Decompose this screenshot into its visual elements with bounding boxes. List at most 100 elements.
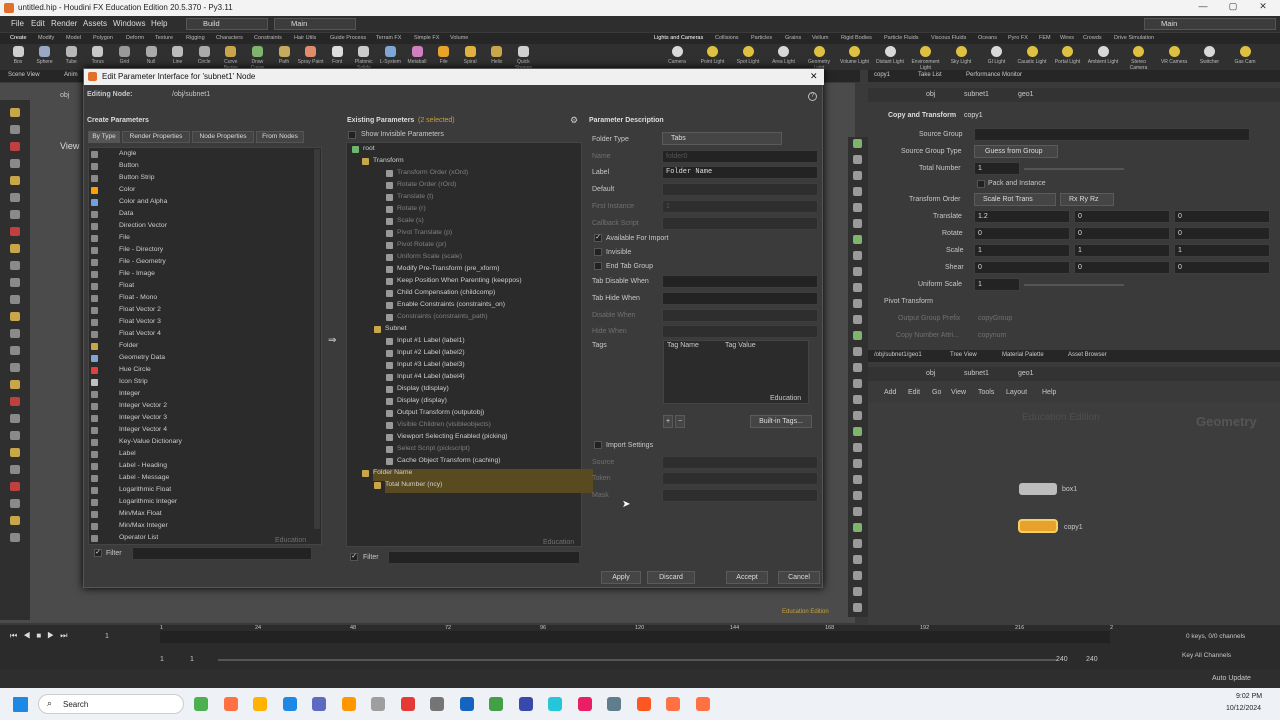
shelf-tab[interactable]: Rigid Bodies <box>841 35 872 41</box>
default-field[interactable] <box>662 183 818 196</box>
range-bar[interactable] <box>218 659 1058 661</box>
taskbar-app-icon[interactable] <box>223 697 238 711</box>
shelf-tool[interactable]: Path <box>271 46 297 65</box>
shelf-tool[interactable]: Environment Light <box>910 46 942 71</box>
viewport-tool-icon[interactable] <box>10 312 20 321</box>
param-type-item[interactable]: Integer <box>91 390 140 402</box>
uniform-scale-slider[interactable] <box>1024 284 1124 286</box>
param-type-item[interactable]: File - Image <box>91 270 155 282</box>
uniform-scale-field[interactable]: 1 <box>974 278 1020 291</box>
tree-param[interactable]: Modify Pre-Transform (pre_xform) <box>386 265 499 277</box>
path-obj[interactable]: obj <box>926 91 935 98</box>
path-subnet1[interactable]: subnet1 <box>964 91 989 98</box>
display-option-icon[interactable] <box>853 443 862 452</box>
key-all-channels-button[interactable]: Key All Channels <box>1182 652 1231 659</box>
output-group-prefix-value[interactable]: copyGroup <box>978 315 1012 322</box>
tree-param-selected[interactable]: Total Number (ncy) <box>374 481 593 493</box>
param-type-item[interactable]: Min/Max Integer <box>91 522 168 534</box>
shelf-tool[interactable]: Circle <box>191 46 217 65</box>
disable-when-field[interactable] <box>662 309 818 322</box>
available-import-checkbox[interactable]: ✓ <box>594 234 602 242</box>
tree-param[interactable]: Output Transform (outputobj) <box>386 409 484 421</box>
param-type-item[interactable]: Float - Mono <box>91 294 157 306</box>
desktop-combo[interactable]: Build <box>186 18 268 30</box>
net-path-geo1[interactable]: geo1 <box>1018 370 1034 377</box>
tree-param[interactable]: Rotate Order (rOrd) <box>386 181 456 193</box>
display-option-icon[interactable] <box>853 587 862 596</box>
param-type-item[interactable]: Integer Vector 2 <box>91 402 167 414</box>
shelf-tab[interactable]: FEM <box>1039 35 1051 41</box>
tree-param[interactable]: Cache Object Transform (caching) <box>386 457 501 469</box>
display-option-icon[interactable] <box>853 347 862 356</box>
shelf-tab[interactable]: Terrain FX <box>376 35 401 41</box>
viewport-tool-icon[interactable] <box>10 533 20 542</box>
shelf-tab[interactable]: Modify <box>38 35 54 41</box>
viewport-tool-icon[interactable] <box>10 499 20 508</box>
existing-params-tree[interactable]: Education root Transform Transform Order (… <box>346 142 593 547</box>
shelf-tool[interactable]: Line <box>165 46 191 65</box>
total-number-slider[interactable] <box>1024 168 1124 170</box>
shelf-tool[interactable]: Stereo Camera <box>1123 46 1155 71</box>
translate-y[interactable]: 0 <box>1074 210 1170 223</box>
param-type-item[interactable]: Float Vector 4 <box>91 330 161 342</box>
viewport-path[interactable]: obj <box>60 92 69 99</box>
shelf-tool[interactable]: Torus <box>85 46 111 65</box>
shear-y[interactable]: 0 <box>1074 261 1170 274</box>
viewport-tool-icon[interactable] <box>10 278 20 287</box>
remove-tag-button[interactable]: − <box>675 415 685 428</box>
taskbar-app-icon[interactable] <box>518 697 533 711</box>
net-menu-edit[interactable]: Edit <box>908 389 920 396</box>
tab-from-nodes[interactable]: From Nodes <box>256 131 304 143</box>
builtin-tags-button[interactable]: Built-in Tags... <box>750 415 812 428</box>
param-type-item[interactable]: Label <box>91 450 136 462</box>
viewport-tool-icon[interactable] <box>10 176 20 185</box>
taskbar-search[interactable]: ⌕ Search <box>38 694 184 714</box>
shelf-tool[interactable]: Portal Light <box>1052 46 1084 65</box>
rotate-x[interactable]: 0 <box>974 227 1070 240</box>
menu-file[interactable]: File <box>11 19 24 28</box>
create-filter-checkbox[interactable]: ✓ <box>94 549 102 557</box>
tab-by-type[interactable]: By Type <box>88 131 120 143</box>
menu-windows[interactable]: Windows <box>113 19 145 28</box>
shelf-tool[interactable]: Sky Light <box>945 46 977 65</box>
callback-script-field[interactable] <box>662 217 818 230</box>
param-type-item[interactable]: Geometry Data <box>91 354 165 366</box>
param-type-item[interactable]: Folder <box>91 342 138 354</box>
menu-assets[interactable]: Assets <box>83 19 107 28</box>
display-option-icon[interactable] <box>853 251 862 260</box>
shelf-tool[interactable]: L-System <box>377 46 403 65</box>
viewport-tool-icon[interactable] <box>10 142 20 151</box>
start-frame-field-2[interactable]: 1 <box>190 656 194 663</box>
auto-update-menu[interactable]: Auto Update <box>1212 675 1251 682</box>
display-option-icon[interactable] <box>853 411 862 420</box>
shelf-tool[interactable]: Switcher <box>1194 46 1226 65</box>
shelf-tab[interactable]: Volume <box>450 35 468 41</box>
help-icon[interactable]: ? <box>808 92 817 101</box>
param-type-item[interactable]: Integer Vector 3 <box>91 414 167 426</box>
viewport-tool-icon[interactable] <box>10 397 20 406</box>
param-types-list[interactable]: Education Angle Button Button Strip Color Co… <box>88 147 322 545</box>
desktop-combo-2[interactable]: Main <box>274 18 356 30</box>
node-name-field[interactable]: copy1 <box>964 112 983 119</box>
shelf-tool[interactable]: Font <box>324 46 350 65</box>
shelf-tool[interactable]: Null <box>138 46 164 65</box>
tree-param[interactable]: Rotate (r) <box>386 205 426 217</box>
shelf-tab[interactable]: Texture <box>155 35 173 41</box>
shelf-tab[interactable]: Drive Simulation <box>1114 35 1154 41</box>
taskbar-app-icon[interactable] <box>253 697 267 711</box>
viewport-tool-icon[interactable] <box>10 108 20 117</box>
viewport-tool-icon[interactable] <box>10 448 20 457</box>
viewport-tool-icon[interactable] <box>10 431 20 440</box>
shelf-tab[interactable]: Vellum <box>812 35 829 41</box>
hide-when-field[interactable] <box>662 325 818 338</box>
shelf-tool[interactable]: Grid <box>111 46 137 65</box>
dialog-close-button[interactable]: ✕ <box>810 71 818 82</box>
menu-render[interactable]: Render <box>51 19 77 28</box>
display-option-icon[interactable] <box>853 523 862 532</box>
tree-folder-selected[interactable]: Folder Name <box>362 469 593 481</box>
start-frame-field[interactable]: 1 <box>160 656 164 663</box>
tab-network[interactable]: /obj/subnet1/geo1 <box>874 352 922 358</box>
taskbar-app-icon[interactable] <box>459 697 474 711</box>
path-geo1[interactable]: geo1 <box>1018 91 1034 98</box>
viewport-tool-icon[interactable] <box>10 125 20 134</box>
